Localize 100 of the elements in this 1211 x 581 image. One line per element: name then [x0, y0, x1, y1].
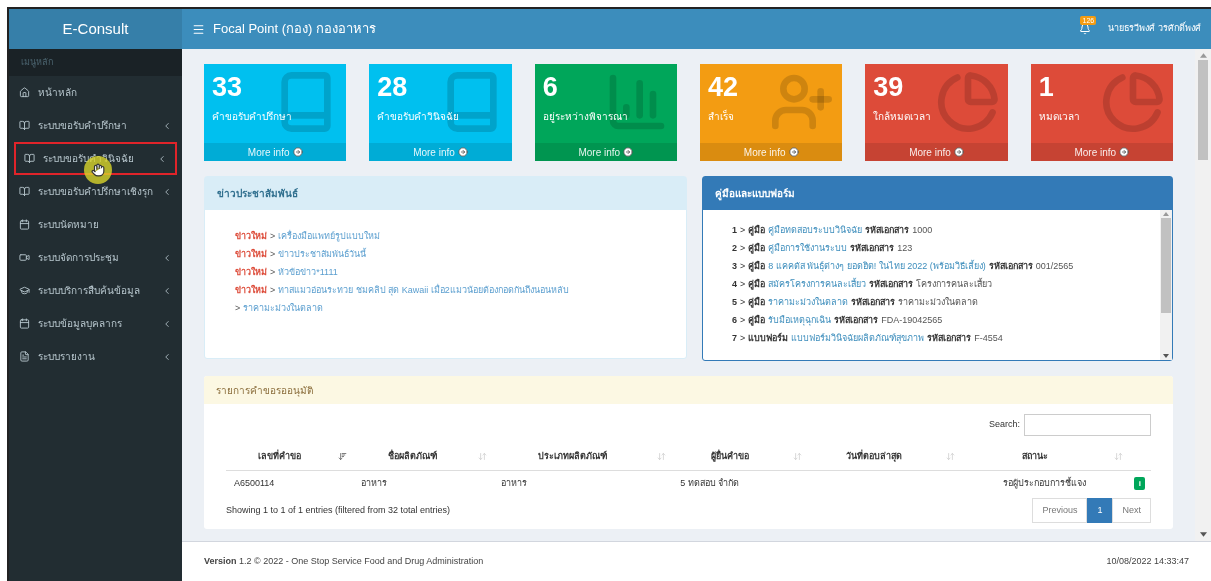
document-number: 6 — [732, 314, 737, 327]
scroll-down-icon[interactable] — [1199, 532, 1207, 537]
column-header[interactable]: ผู้ยื่นคำขอ — [672, 444, 808, 470]
separator-text: > — [235, 302, 241, 315]
news-link[interactable]: เครื่องมือแพทย์รูปแบบใหม่ — [278, 229, 381, 244]
page-scrollbar[interactable] — [1195, 49, 1211, 541]
document-type: คู่มือ — [748, 241, 766, 256]
table-cell: อาหาร — [361, 477, 388, 488]
sidebar-item[interactable]: ระบบนัดหมาย — [9, 208, 182, 241]
scroll-down-icon[interactable] — [1163, 354, 1169, 358]
table-cell: A6500114 — [234, 477, 275, 488]
document-link[interactable]: สมัครโครงการคนละเสี้ยว — [768, 277, 867, 292]
scroll-thumb[interactable] — [1198, 60, 1208, 160]
column-header[interactable]: ประเภทผลิตภัณฑ์ — [492, 444, 673, 470]
search-field[interactable] — [1024, 414, 1151, 436]
home-icon — [19, 87, 30, 98]
document-link[interactable]: แบบฟอร์มวินิจฉัยผลิตภัณฑ์สุขภาพ — [791, 331, 925, 346]
scroll-up-icon[interactable] — [1163, 212, 1169, 216]
news-tag: ข่าวใหม่ — [235, 247, 267, 262]
scrollbar[interactable] — [1160, 210, 1172, 360]
news-tag: ข่าวใหม่ — [235, 229, 267, 244]
news-link[interactable]: ข่าวประชาสัมพันธ์วันนี้ — [278, 247, 367, 262]
video-camera-icon — [19, 252, 30, 263]
menu-section-label: เมนูหลัก — [9, 49, 182, 76]
document-link[interactable]: คู่มือทดสอบระบบวินิจฉัย — [768, 223, 863, 238]
scroll-thumb[interactable] — [1161, 218, 1171, 313]
code-label: รหัสเอกสาร — [850, 242, 895, 255]
separator-text: > — [270, 248, 276, 261]
file-icon — [19, 351, 30, 362]
more-info-link[interactable]: More info — [865, 143, 1008, 161]
user-name[interactable]: นายธรวีพงศ์ วรศักดิ์พงศ์ — [1108, 22, 1201, 36]
version-text: Version 1.2 © 2022 - One Stop Service Food and Drug Administration — [204, 554, 484, 568]
sidebar-item[interactable]: หน้าหลัก — [9, 76, 182, 109]
column-header[interactable]: ชื่อผลิตภัณฑ์ — [353, 444, 493, 470]
pagination-button[interactable]: Previous — [1032, 498, 1088, 523]
more-info-link[interactable]: More info — [204, 143, 347, 161]
menu-icon[interactable] — [192, 22, 205, 36]
code-label: รหัสเอกสาร — [851, 296, 896, 309]
arrow-circle-icon — [953, 147, 964, 157]
column-header[interactable]: เลขที่คำขอ — [226, 444, 354, 470]
separator-text: > — [740, 332, 746, 345]
document-number: 7 — [732, 332, 737, 345]
separator-text: > — [740, 278, 746, 291]
app-title: E-Consult — [9, 9, 182, 49]
stat-label: สำเร็จ — [708, 109, 734, 124]
separator-text: > — [740, 260, 746, 273]
more-info-link[interactable]: More info — [1030, 143, 1173, 161]
stat-value: 28 — [376, 71, 409, 101]
document-link[interactable]: ราคามะม่วงในตลาด — [768, 295, 849, 310]
document-link[interactable]: 8 แคคตัส พันธุ์ต่างๆ ยอดฮิต! ในไทย 2022 (พร้อมวิธีเลี้ยง) — [768, 259, 986, 274]
news-tag: ข่าวใหม่ — [235, 283, 267, 298]
sidebar-item[interactable]: ระบบขอรับคำปรึกษา — [9, 109, 182, 142]
document-type: คู่มือ — [748, 313, 766, 328]
stat-value: 1 — [1037, 71, 1055, 101]
document-code: 001/2565 — [1035, 260, 1074, 273]
document-type: แบบฟอร์ม — [748, 331, 789, 345]
document-number: 2 — [732, 242, 737, 255]
document-link[interactable]: คู่มือการใช้งานระบบ — [768, 241, 848, 256]
more-info-link[interactable]: More info — [369, 143, 512, 161]
panel-title: ข่าวประชาสัมพันธ์ — [217, 187, 298, 201]
document-link[interactable]: รับมือเหตุฉุกเฉิน — [768, 313, 832, 328]
sidebar-item[interactable]: ระบบข้อมูลบุคลากร — [9, 307, 182, 340]
document-number: 3 — [732, 260, 737, 273]
info-button[interactable]: i — [1134, 476, 1146, 490]
sidebar-item[interactable]: ระบบขอรับคำปรึกษาเชิงรุก — [9, 175, 182, 208]
calendar-icon — [19, 318, 30, 329]
sidebar-item[interactable]: ระบบบริการสืบค้นข้อมูล — [9, 274, 182, 307]
document-code: โครงการคนละเสี้ยว — [916, 277, 993, 291]
news-link[interactable]: หัวข้อข่าว*1111 — [278, 265, 338, 280]
separator-text: > — [740, 296, 746, 309]
arrow-circle-icon — [788, 147, 799, 157]
more-info-link[interactable]: More info — [700, 143, 843, 161]
stat-label: หมดเวลา — [1038, 110, 1080, 124]
column-header[interactable]: วันที่ตอบล่าสุด — [807, 444, 962, 470]
book-icon — [24, 153, 35, 164]
sidebar-item[interactable]: ระบบรายงาน — [9, 340, 182, 373]
stat-label: คำขอรับคำปรึกษา — [212, 110, 292, 124]
panel-title: คู่มือและแบบฟอร์ม — [715, 187, 795, 201]
separator-text: > — [270, 266, 276, 279]
stat-value: 6 — [541, 71, 559, 101]
scroll-up-icon[interactable] — [1199, 53, 1207, 58]
column-header[interactable]: สถานะ — [961, 444, 1129, 470]
table-cell: 5 ทดสอบ จำกัด — [680, 477, 740, 488]
sort-icon — [946, 452, 956, 462]
more-info-link[interactable]: More info — [534, 143, 677, 161]
news-link[interactable]: ราคามะม่วงในตลาด — [243, 301, 324, 316]
pagination-button[interactable]: Next — [1112, 498, 1151, 523]
document-number: 4 — [732, 278, 737, 291]
search-label: Search: — [988, 418, 1020, 432]
sort-icon — [792, 452, 802, 462]
book-icon — [19, 186, 30, 197]
sidebar-item[interactable]: ระบบจัดการประชุม — [9, 241, 182, 274]
arrow-circle-icon — [292, 147, 303, 157]
arrow-circle-icon — [623, 147, 634, 157]
separator-text: > — [740, 242, 746, 255]
document-code: 1000 — [912, 224, 933, 237]
stat-label: ใกล้หมดเวลา — [873, 110, 932, 124]
pagination-button[interactable]: 1 — [1087, 498, 1113, 523]
separator-text: > — [270, 284, 276, 297]
news-link[interactable]: ทาสแมวอ่อนระทวย ชมคลิป สุด Kawaii เมื่อ2แมวน้อยต้องกอดกันถึงนอนหลับ — [278, 283, 569, 298]
